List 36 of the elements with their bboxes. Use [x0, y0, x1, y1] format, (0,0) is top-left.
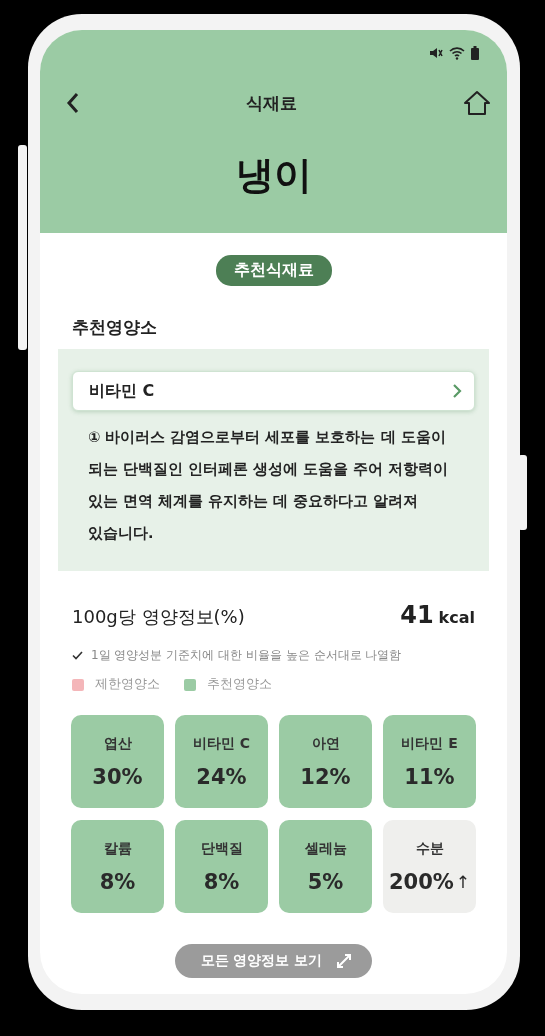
nutrient-percent: 200%↑ — [388, 869, 471, 894]
chevron-right-icon — [452, 383, 462, 399]
nutrient-percent: 12% — [300, 764, 351, 789]
nutrient-name: 엽산 — [103, 734, 132, 753]
category-badge: 추천식재료 — [215, 255, 332, 286]
home-icon[interactable] — [463, 90, 491, 116]
nutrient-percent: 5% — [307, 869, 344, 894]
nutrient-name: 아연 — [311, 734, 340, 753]
nutrient-name: 셀레늄 — [304, 839, 347, 858]
section-title: 추천영양소 — [72, 316, 158, 339]
nutrient-name: 비타민 E — [401, 734, 458, 753]
nutrient-name: 칼륨 — [103, 839, 132, 858]
nutrient-percent: 30% — [92, 764, 143, 789]
nutrition-title: 100g당 영양정보(%) — [72, 605, 245, 629]
back-icon[interactable] — [66, 92, 80, 114]
battery-icon — [471, 46, 479, 60]
nutrient-name: 단백질 — [200, 839, 243, 858]
ingredient-name: 냉이 — [234, 152, 313, 199]
mute-icon — [429, 46, 443, 60]
nutrient-percent: 8% — [203, 869, 240, 894]
expand-icon — [336, 953, 353, 969]
nutrient-name: 비타민 C — [192, 734, 251, 753]
page-title: 식재료 — [246, 91, 297, 115]
calorie-unit: kcal — [438, 608, 475, 627]
nutrient-selector[interactable]: 비타민 C — [72, 371, 475, 411]
nutrient-name: 수분 — [415, 839, 444, 858]
wifi-icon — [449, 46, 465, 60]
nutrient-percent: 24% — [196, 764, 247, 789]
note-text: 1일 영양성분 기준치에 대한 비율을 높은 순서대로 나열함 — [91, 647, 402, 664]
calorie-value: 41 — [400, 601, 434, 629]
nutrient-percent: 11% — [404, 764, 455, 789]
nutrient-percent: 8% — [99, 869, 136, 894]
legend-label: 추천영양소 — [207, 676, 272, 693]
legend-label: 제한영양소 — [95, 676, 160, 693]
check-icon — [72, 651, 83, 660]
nutrient-description: ① 바이러스 감염으로부터 세포를 보호하는 데 도움이 되는 단백질인 인터페론 생성에 도움을 주어 저항력이 있는 면역 체계를 유지하는 데 중요하다고 알려져 있습니다. — [88, 428, 450, 543]
